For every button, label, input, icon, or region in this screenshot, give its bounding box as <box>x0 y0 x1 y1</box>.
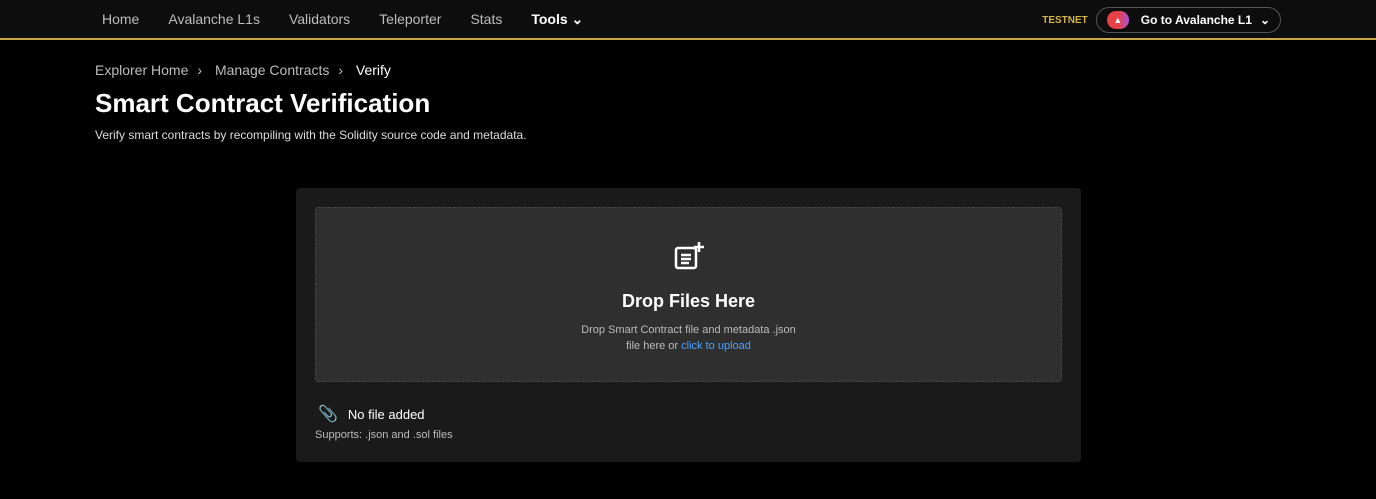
file-drop-zone[interactable]: Drop Files Here Drop Smart Contract file… <box>315 207 1062 382</box>
add-document-icon <box>316 240 1061 281</box>
chevron-down-icon: ⌄ <box>571 10 584 27</box>
nav-tools[interactable]: Tools ⌄ <box>531 11 583 28</box>
nav-home[interactable]: Home <box>102 11 139 27</box>
paperclip-icon: 📎 <box>318 406 338 423</box>
breadcrumb-explorer-home[interactable]: Explorer Home <box>95 62 188 78</box>
click-to-upload-link[interactable]: click to upload <box>681 340 751 352</box>
breadcrumb-verify: Verify <box>355 62 391 78</box>
network-badge: TESTNET <box>1042 14 1088 26</box>
nav-teleporter[interactable]: Teleporter <box>379 11 441 27</box>
upload-card: Drop Files Here Drop Smart Contract file… <box>296 188 1081 462</box>
nav-tools-label: Tools <box>531 10 568 27</box>
go-to-l1-label: Go to Avalanche L1 <box>1140 13 1252 27</box>
drop-hint: Drop Smart Contract file and metadata .j… <box>581 324 796 336</box>
chevron-right-icon: › <box>338 62 344 78</box>
drop-hint-2: file here or <box>626 340 679 352</box>
supported-formats: Supports: .json and .sol files <box>315 429 453 441</box>
nav-validators[interactable]: Validators <box>289 11 350 27</box>
go-to-l1-button[interactable]: ▲ Go to Avalanche L1 ⌄ <box>1095 7 1281 33</box>
avalanche-logo-icon: ▲ <box>1106 11 1129 29</box>
breadcrumb: Explorer Home › Manage Contracts › Verify <box>95 62 391 78</box>
nav-stats[interactable]: Stats <box>470 11 502 27</box>
breadcrumb-manage-contracts[interactable]: Manage Contracts <box>215 62 329 78</box>
page-title: Smart Contract Verification <box>95 88 431 118</box>
chevron-right-icon: › <box>197 62 203 78</box>
page-description: Verify smart contracts by recompiling wi… <box>95 128 527 142</box>
top-nav: Home Avalanche L1s Validators Teleporter… <box>0 0 1376 40</box>
drop-title: Drop Files Here <box>621 291 756 311</box>
file-status: No file added <box>347 406 425 422</box>
nav-avalanche-l1s[interactable]: Avalanche L1s <box>168 11 260 27</box>
chevron-down-icon: ⌄ <box>1259 13 1270 27</box>
